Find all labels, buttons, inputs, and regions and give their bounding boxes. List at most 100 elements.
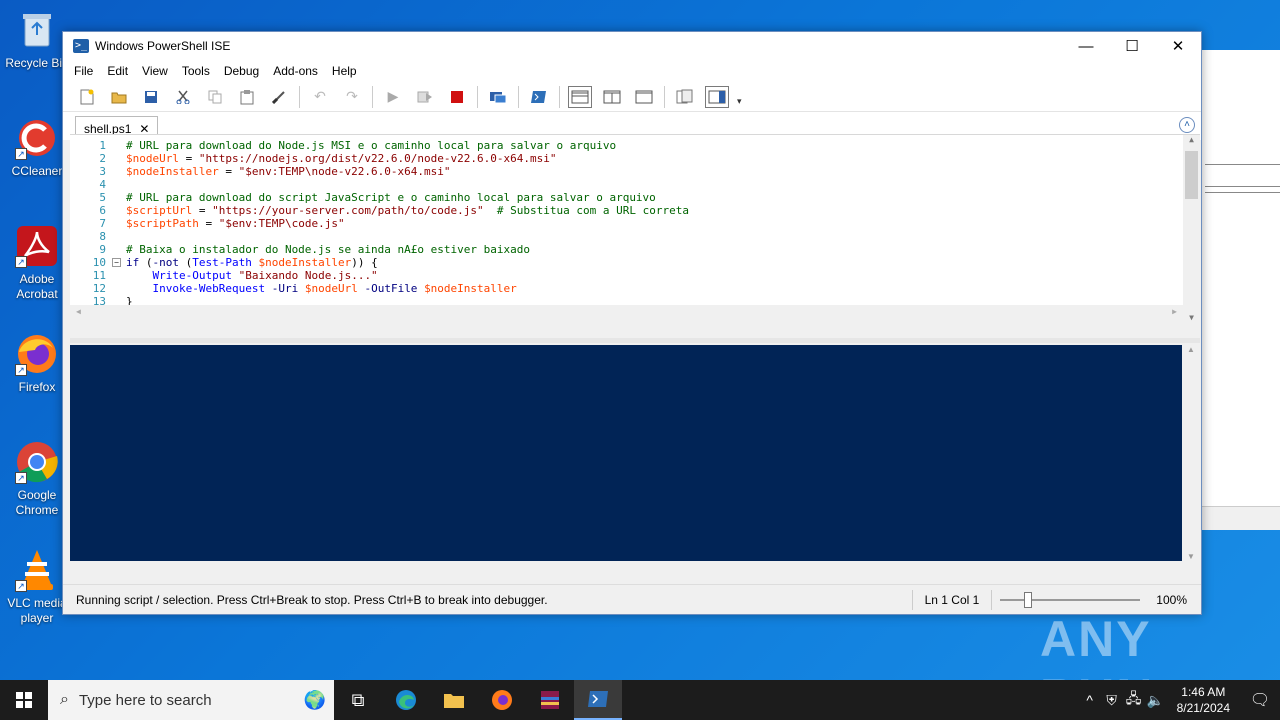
status-message: Running script / selection. Press Ctrl+B… [76, 592, 548, 607]
menu-edit[interactable]: Edit [100, 64, 135, 78]
menu-help[interactable]: Help [325, 64, 364, 78]
show-command-icon[interactable] [673, 86, 697, 108]
file-explorer-icon[interactable] [430, 680, 478, 720]
close-button[interactable]: ✕ [1155, 32, 1201, 60]
toolbar: ↶ ↷ ▶ ▾ [63, 82, 1201, 112]
remote-powershell-icon[interactable] [486, 86, 510, 108]
code-line: 8 [70, 230, 1183, 243]
menu-bar: File Edit View Tools Debug Add-ons Help [63, 60, 1201, 82]
code-line: 11 Write-Output "Baixando Node.js..." [70, 269, 1183, 282]
edge-icon[interactable] [382, 680, 430, 720]
recycle-bin-icon [15, 8, 59, 52]
powershell-ise-icon: >_ [73, 39, 89, 53]
cursor-position: Ln 1 Col 1 [911, 589, 993, 610]
clock-time: 1:46 AM [1181, 685, 1226, 699]
code-text: $scriptPath = "$env:TEMP\code.js" [126, 217, 345, 230]
paste-icon[interactable] [235, 86, 259, 108]
network-icon[interactable]: 🖧 [1123, 688, 1145, 712]
clock-date: 8/21/2024 [1176, 701, 1230, 715]
run-icon[interactable]: ▶ [381, 86, 405, 108]
line-number: 3 [99, 165, 106, 178]
winrar-icon[interactable] [526, 680, 574, 720]
copy-icon[interactable] [203, 86, 227, 108]
chrome-icon: ↗ [15, 440, 59, 484]
vlc-icon: ↗ [15, 548, 59, 592]
show-script-max-icon[interactable] [632, 86, 656, 108]
fold-toggle-icon[interactable]: − [112, 258, 121, 267]
code-text: # URL para download do Node.js MSI e o c… [126, 139, 617, 152]
code-line: 12 Invoke-WebRequest -Uri $nodeUrl -OutF… [70, 282, 1183, 295]
pane-splitter[interactable] [70, 338, 1200, 343]
new-icon[interactable] [75, 86, 99, 108]
firefox-taskbar-icon[interactable] [478, 680, 526, 720]
editor-vertical-scrollbar[interactable]: ▲ ▼ [1183, 135, 1200, 322]
code-text: $nodeUrl = "https://nodejs.org/dist/v22.… [126, 152, 557, 165]
notifications-icon[interactable]: 🗨 [1240, 690, 1280, 710]
code-text: $scriptUrl = "https://your-server.com/pa… [126, 204, 689, 217]
zoom-level: 100% [1156, 592, 1187, 607]
maximize-button[interactable]: ☐ [1109, 32, 1155, 60]
line-number: 1 [99, 139, 106, 152]
code-line: 1 # URL para download do Node.js MSI e o … [70, 139, 1183, 152]
clear-icon[interactable] [267, 86, 291, 108]
console-pane[interactable] [70, 345, 1182, 561]
script-editor[interactable]: 1 # URL para download do Node.js MSI e o … [70, 134, 1200, 322]
code-text: Write-Output "Baixando Node.js..." [152, 269, 378, 282]
code-text: # URL para download do script JavaScript… [126, 191, 656, 204]
open-icon[interactable] [107, 86, 131, 108]
zoom-slider[interactable] [1000, 591, 1141, 608]
show-hidden-icons-icon[interactable]: ^ [1079, 692, 1101, 708]
toolbar-overflow-icon[interactable]: ▾ [737, 96, 742, 107]
code-text: $nodeInstaller = "$env:TEMP\node-v22.6.0… [126, 165, 451, 178]
redo-icon[interactable]: ↷ [340, 86, 364, 108]
code-line: 4 [70, 178, 1183, 191]
collapse-script-pane-icon[interactable]: ˄ [1179, 117, 1195, 133]
cut-icon[interactable] [171, 86, 195, 108]
clock[interactable]: 1:46 AM 8/21/2024 [1167, 684, 1240, 716]
window-title: Windows PowerShell ISE [95, 39, 231, 53]
code-line: 5 # URL para download do script JavaScrip… [70, 191, 1183, 204]
menu-file[interactable]: File [67, 64, 100, 78]
status-bar: Running script / selection. Press Ctrl+B… [63, 584, 1201, 614]
show-script-right-icon[interactable] [600, 86, 624, 108]
line-number: 10 [92, 256, 106, 269]
code-line: 3 $nodeInstaller = "$env:TEMP\node-v22.6.… [70, 165, 1183, 178]
title-bar[interactable]: >_ Windows PowerShell ISE — ☐ ✕ [63, 32, 1201, 60]
line-number: 7 [99, 217, 106, 230]
zoom-slider-knob[interactable] [1024, 591, 1033, 608]
menu-tools[interactable]: Tools [175, 64, 217, 78]
powershell-ise-taskbar-icon[interactable] [574, 680, 622, 720]
menu-add-ons[interactable]: Add-ons [266, 64, 325, 78]
powershell-console-icon[interactable] [527, 86, 551, 108]
run-selection-icon[interactable] [413, 86, 437, 108]
show-addon-icon[interactable] [705, 85, 729, 108]
minimize-button[interactable]: — [1063, 32, 1109, 60]
windows-logo-icon [16, 692, 32, 708]
show-script-top-icon[interactable] [568, 85, 592, 108]
taskbar-search-box[interactable]: ⌕ Type here to search 🌍 [48, 680, 334, 720]
save-icon[interactable] [139, 86, 163, 108]
code-line: 7 $scriptPath = "$env:TEMP\code.js" [70, 217, 1183, 230]
line-number: 2 [99, 152, 106, 165]
task-view-icon[interactable]: ⧉ [334, 680, 382, 720]
line-number: 12 [92, 282, 106, 295]
code-text: Invoke-WebRequest -Uri $nodeUrl -OutFile… [152, 282, 517, 295]
start-button[interactable] [0, 680, 48, 720]
scroll-thumb[interactable] [1185, 151, 1198, 199]
search-placeholder: Type here to search [78, 691, 212, 709]
security-icon[interactable]: ⛨ [1101, 692, 1123, 709]
adobe-acrobat-icon: ↗ [15, 224, 59, 268]
undo-icon[interactable]: ↶ [308, 86, 332, 108]
line-number: 4 [99, 178, 106, 191]
background-window[interactable] [1200, 50, 1280, 530]
stop-icon[interactable] [445, 86, 469, 108]
firefox-icon: ↗ [15, 332, 59, 376]
code-line: 9 # Baixa o instalador do Node.js se aind… [70, 243, 1183, 256]
console-vertical-scrollbar[interactable]: ▲ ▼ [1182, 345, 1200, 561]
powershell-ise-window[interactable]: >_ Windows PowerShell ISE — ☐ ✕ File Edi… [62, 31, 1202, 615]
volume-icon[interactable]: 🔈 [1145, 692, 1167, 709]
menu-view[interactable]: View [135, 64, 175, 78]
menu-debug[interactable]: Debug [217, 64, 266, 78]
search-icon: ⌕ [60, 691, 69, 708]
editor-horizontal-scrollbar[interactable]: ◀ ▶ [70, 305, 1183, 322]
